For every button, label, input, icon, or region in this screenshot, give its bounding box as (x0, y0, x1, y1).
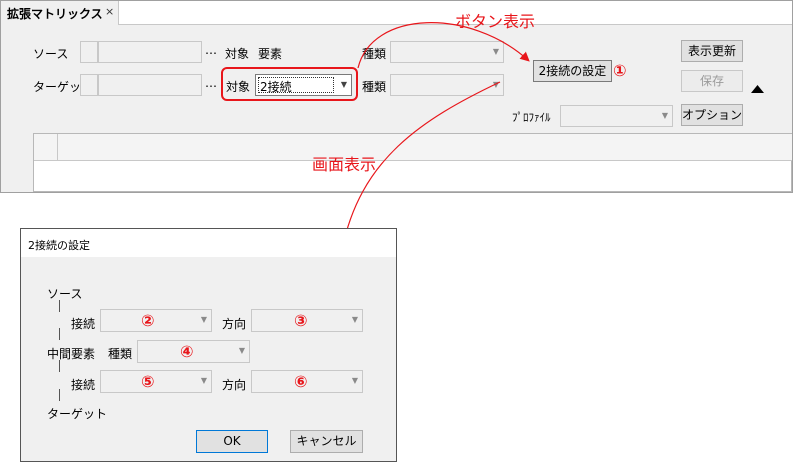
direction-label-2: 方向 (222, 378, 247, 392)
chevron-down-icon: ▼ (351, 376, 358, 385)
marker-3: ③ (294, 311, 308, 330)
dialog-source-label: ソース (47, 287, 83, 301)
target-connection-select[interactable]: ⑤ ▼ (100, 370, 212, 393)
tree-line (59, 360, 60, 372)
marker-6: ⑥ (294, 372, 308, 391)
middle-kind-select[interactable]: ④ ▼ (137, 340, 250, 363)
connection-label-2: 接続 (71, 378, 96, 392)
chevron-down-icon: ▼ (351, 315, 358, 324)
dialog-title: 2接続の設定 (28, 239, 90, 252)
dialog-target-label: ターゲット (47, 407, 108, 421)
tree-line (59, 300, 60, 312)
direction-label-1: 方向 (222, 317, 247, 331)
tree-line (59, 328, 60, 340)
source-connection-select[interactable]: ② ▼ (100, 309, 212, 332)
source-direction-select[interactable]: ③ ▼ (251, 309, 363, 332)
marker-4: ④ (180, 342, 194, 361)
dialog-titlebar: 2接続の設定 (21, 229, 396, 257)
chevron-down-icon: ▼ (238, 346, 245, 355)
arrow-to-button (357, 22, 530, 69)
chevron-down-icon: ▼ (200, 315, 207, 324)
ok-button[interactable]: OK (196, 430, 268, 453)
marker-5: ⑤ (141, 372, 155, 391)
tree-line (59, 389, 60, 401)
middle-element-label: 中間要素 (47, 347, 96, 361)
arrow-to-dialog (338, 81, 501, 253)
middle-kind-label: 種類 (108, 347, 133, 361)
cancel-button[interactable]: キャンセル (290, 430, 363, 453)
marker-2: ② (141, 311, 155, 330)
target-direction-select[interactable]: ⑥ ▼ (251, 370, 363, 393)
chevron-down-icon: ▼ (200, 376, 207, 385)
connection-label-1: 接続 (71, 317, 96, 331)
